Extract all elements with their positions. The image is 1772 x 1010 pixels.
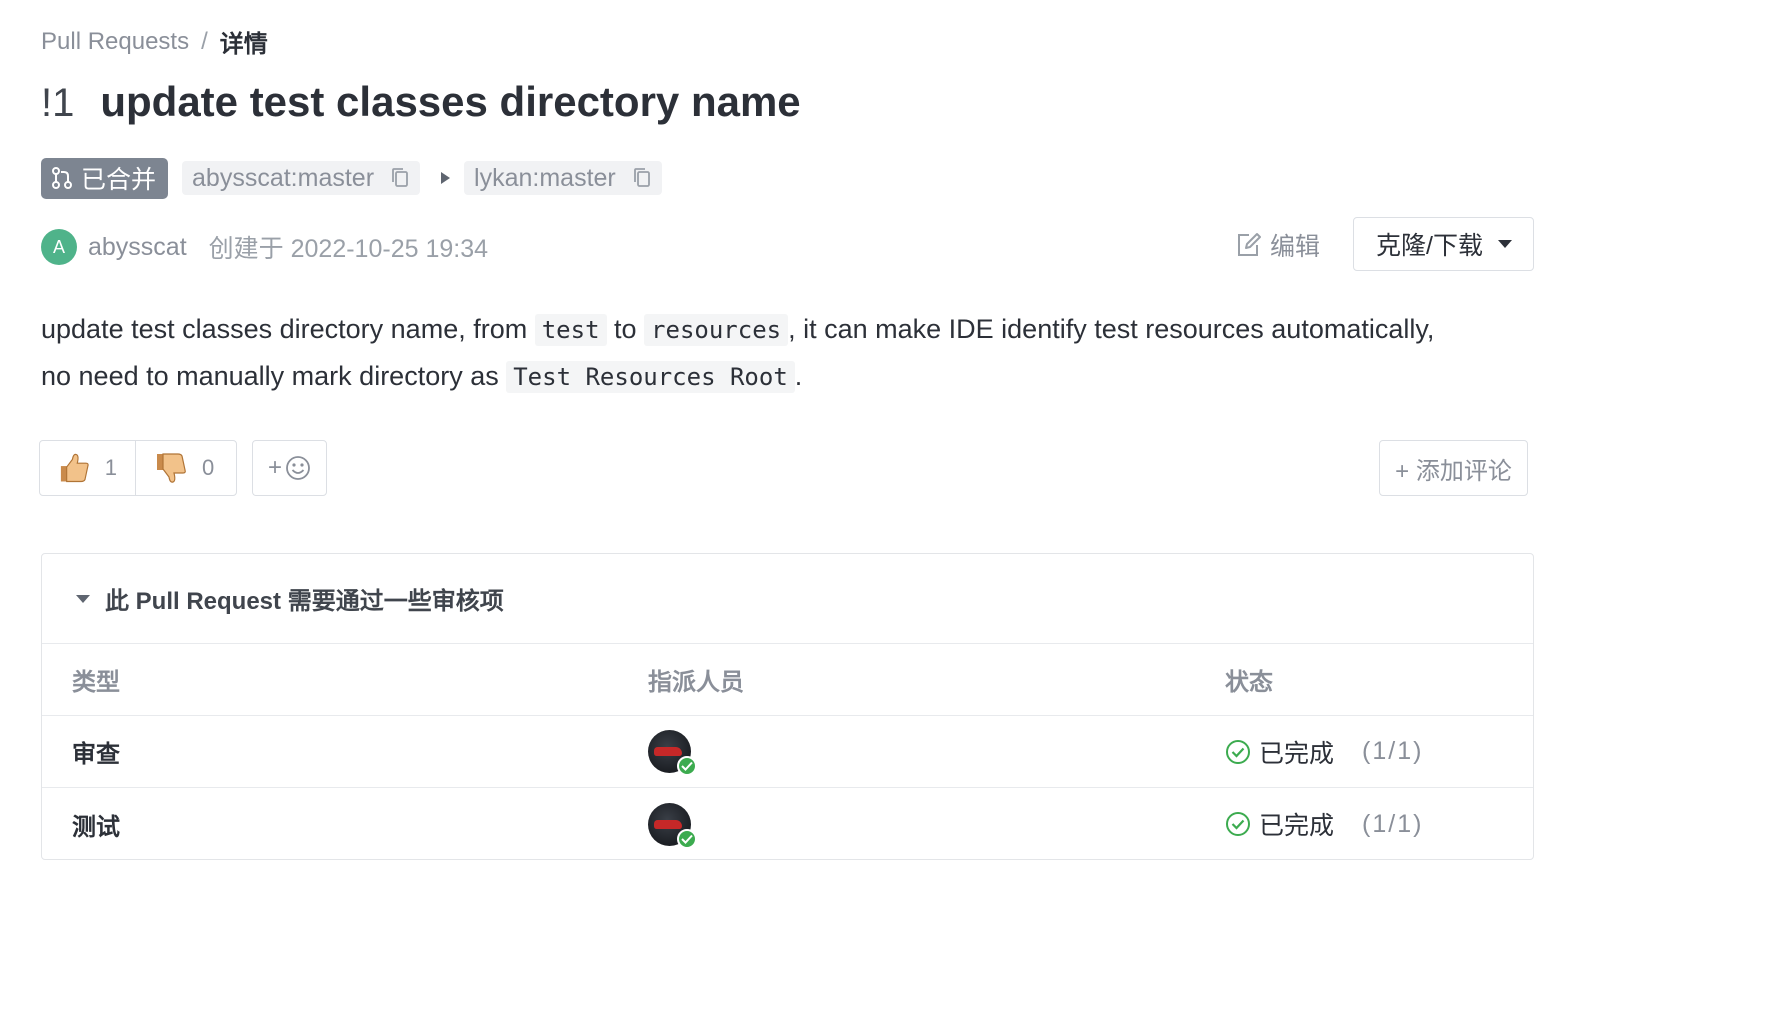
status-count: (1/1)	[1362, 737, 1424, 765]
description-text: to	[606, 314, 645, 344]
check-badge-icon	[677, 828, 697, 849]
merged-status-label: 已合并	[81, 166, 157, 194]
review-status: 已完成 (1/1)	[1225, 806, 1423, 842]
status-count: (1/1)	[1362, 809, 1424, 838]
pr-number: !1	[41, 81, 75, 125]
review-type: 测试	[72, 813, 120, 841]
code-inline: resources	[644, 314, 789, 346]
target-branch-chip: lykan:master	[464, 161, 662, 195]
code-inline: test	[534, 314, 607, 346]
created-timestamp: 创建于 2022-10-25 19:34	[208, 235, 489, 263]
reaction-group: 1 0	[39, 440, 237, 496]
reactions-bar: 1 0 +	[39, 440, 327, 496]
author-link[interactable]: abysscat	[88, 233, 187, 262]
check-circle-icon	[1226, 812, 1250, 836]
edit-button[interactable]: 编辑	[1236, 226, 1320, 264]
description-text: .	[794, 361, 803, 391]
arrow-right-icon	[438, 170, 452, 186]
table-row: 测试 已完成 (1/1)	[42, 788, 1533, 860]
breadcrumb: Pull Requests / 详情	[41, 24, 268, 59]
edit-label: 编辑	[1270, 233, 1321, 261]
thumbs-up-icon	[60, 453, 89, 483]
breadcrumb-current: 详情	[219, 31, 268, 58]
assignee-avatar[interactable]	[648, 802, 697, 849]
caret-down-icon	[76, 594, 90, 603]
check-circle-icon	[1226, 739, 1250, 764]
source-branch-name: abysscat:master	[192, 163, 375, 192]
description-text: update test classes directory name, from	[41, 314, 535, 344]
pr-title: update test classes directory name	[100, 78, 801, 125]
table-row: 审查 已完成 (1/1)	[42, 716, 1533, 788]
edit-icon	[1238, 233, 1261, 256]
copy-icon[interactable]	[390, 167, 410, 189]
branch-row: 已合并 abysscat:master lykan:master	[41, 157, 662, 199]
breadcrumb-pull-requests-link[interactable]: Pull Requests	[41, 28, 189, 56]
add-comment-button[interactable]: + 添加评论	[1379, 440, 1528, 496]
review-type: 审查	[72, 741, 120, 768]
table-header-row: 类型 指派人员 状态	[42, 644, 1533, 716]
assignee-avatar[interactable]	[648, 730, 697, 776]
description-text: , it can make IDE identify test resource…	[788, 314, 1435, 344]
copy-icon[interactable]	[632, 167, 652, 189]
plus-icon: +	[267, 454, 282, 481]
clone-download-label: 克隆/下载	[1376, 232, 1483, 260]
panel-header[interactable]: 此 Pull Request 需要通过一些审核项	[42, 554, 1533, 644]
avatar[interactable]: A	[41, 229, 77, 265]
clone-download-button[interactable]: 克隆/下载	[1353, 217, 1534, 271]
thumbs-down-reaction[interactable]: 0	[136, 441, 236, 495]
thumbs-up-reaction[interactable]: 1	[40, 441, 136, 495]
column-header-type: 类型	[72, 669, 120, 696]
breadcrumb-separator: /	[201, 27, 208, 55]
review-status: 已完成 (1/1)	[1225, 734, 1423, 770]
smiley-icon	[286, 456, 310, 480]
merge-icon	[52, 167, 72, 189]
pr-meta: A abysscat 创建于 2022-10-25 19:34	[41, 228, 488, 266]
page-title: !1 update test classes directory name	[41, 78, 801, 126]
code-inline: Test Resources Root	[506, 361, 795, 393]
thumbs-down-count: 0	[202, 455, 215, 480]
column-header-status: 状态	[1225, 669, 1273, 696]
status-label: 已完成	[1259, 739, 1335, 768]
add-reaction-button[interactable]: +	[252, 440, 327, 496]
thumbs-down-icon	[157, 453, 186, 483]
panel-title: 此 Pull Request 需要通过一些审核项	[105, 588, 504, 615]
status-label: 已完成	[1259, 812, 1335, 840]
column-header-assignee: 指派人员	[648, 669, 744, 696]
check-badge-icon	[677, 756, 697, 776]
description-text: no need to manually mark directory as	[41, 361, 507, 391]
review-requirements-panel: 此 Pull Request 需要通过一些审核项 类型 指派人员 状态 审查 已…	[41, 553, 1534, 860]
merged-status-badge: 已合并	[41, 157, 169, 199]
source-branch-chip: abysscat:master	[182, 161, 421, 195]
target-branch-name: lykan:master	[474, 163, 616, 192]
thumbs-up-count: 1	[104, 455, 117, 480]
pr-description: update test classes directory name, from…	[41, 306, 1541, 400]
caret-down-icon	[1497, 239, 1513, 249]
